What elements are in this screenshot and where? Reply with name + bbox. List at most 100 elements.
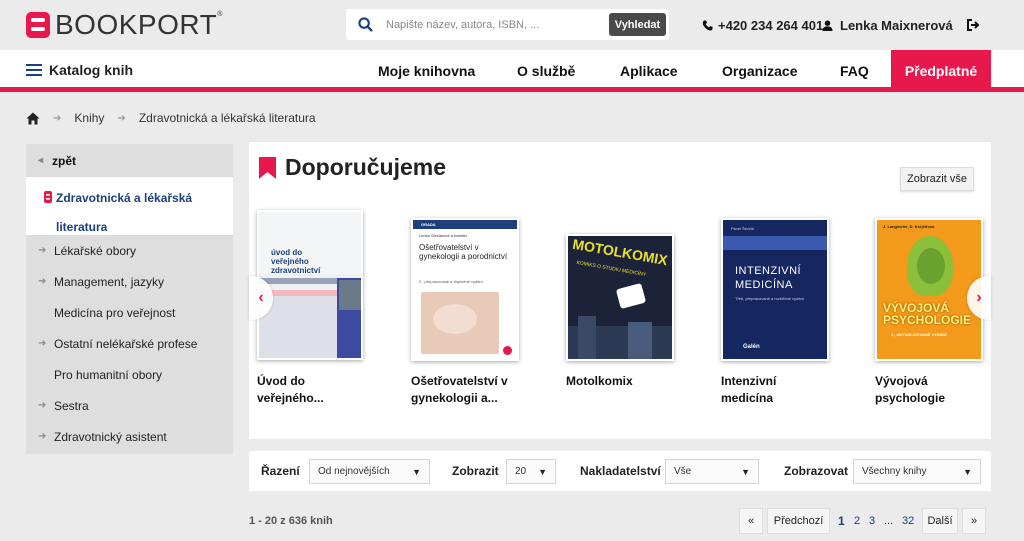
publisher-select[interactable]: Vše ▼ xyxy=(665,459,759,484)
phone-contact[interactable]: +420 234 264 401 xyxy=(702,18,823,33)
filter-bar: Řazení Od nejnovějších ▼ Zobrazit 20 ▼ N… xyxy=(249,451,991,491)
breadcrumb-item-books[interactable]: Knihy xyxy=(74,111,104,125)
breadcrumb-separator-icon: ➔ xyxy=(117,112,126,124)
search-button[interactable]: Vyhledat xyxy=(609,13,666,36)
book-title[interactable]: Úvod do veřejného... xyxy=(257,373,367,407)
display-label: Zobrazovat xyxy=(784,464,849,478)
cover-title: úvod do veřejného zdravotnictví xyxy=(271,248,321,275)
book-title[interactable]: Motolkomix xyxy=(566,373,676,390)
book-title-line1: Vývojová xyxy=(875,374,928,388)
catalog-menu-button[interactable]: Katalog knih xyxy=(26,62,133,78)
page-32-link[interactable]: 32 xyxy=(902,515,914,527)
phone-icon xyxy=(702,20,713,31)
chevron-right-icon: ➔ xyxy=(38,338,47,349)
chevron-right-icon: ➔ xyxy=(38,276,47,287)
book-title[interactable]: Ošetřovatelství v gynekologii a... xyxy=(411,373,521,407)
sidebar-back-label: zpět xyxy=(52,153,77,168)
main-navigation: Katalog knih Moje knihovna O službě Apli… xyxy=(0,50,1024,92)
sidebar-item-label: Zdravotnický asistent xyxy=(54,429,167,444)
publisher-value: Vše xyxy=(674,466,692,477)
book-title-line1: Motolkomix xyxy=(566,374,633,388)
chevron-down-icon: ▼ xyxy=(538,466,547,477)
sidebar-item-other-professions[interactable]: ➔ Ostatní nelékařské profese xyxy=(26,328,233,359)
sidebar-active-label-line1: Zdravotnická a lékařská xyxy=(56,191,193,205)
breadcrumb: ➔ Knihy ➔ Zdravotnická a lékařská litera… xyxy=(26,111,316,125)
last-page-button[interactable]: » xyxy=(962,508,986,534)
page-2-link[interactable]: 2 xyxy=(854,515,860,527)
category-marker-icon xyxy=(44,191,52,203)
sidebar-item-label: Lékařské obory xyxy=(54,243,137,258)
home-icon[interactable] xyxy=(26,112,40,125)
chevron-right-icon: ➔ xyxy=(38,431,47,442)
book-cover[interactable]: úvod do veřejného zdravotnictví xyxy=(257,210,363,360)
chevron-down-icon: ▼ xyxy=(741,466,750,477)
chevron-right-icon: ➔ xyxy=(38,400,47,411)
breadcrumb-item-current[interactable]: Zdravotnická a lékařská literatura xyxy=(139,111,316,125)
publisher-label: Nakladatelství xyxy=(580,464,661,478)
page-3-link[interactable]: 3 xyxy=(869,515,875,527)
chevron-left-icon: ‹ xyxy=(258,289,264,306)
show-count-select[interactable]: 20 ▼ xyxy=(506,459,556,484)
book-title[interactable]: Vývojová psychologie xyxy=(875,373,985,407)
bookport-logo[interactable]: BOOKPORT ® xyxy=(26,9,222,40)
book-title-line1: Intenzivní xyxy=(721,374,777,388)
sort-label: Řazení xyxy=(261,464,300,478)
sort-value: Od nejnovějších xyxy=(318,466,390,477)
sidebar-item-nurse[interactable]: ➔ Sestra xyxy=(26,390,233,421)
subscription-button[interactable]: Předplatné xyxy=(891,50,991,92)
back-arrow-icon: ◂ xyxy=(38,155,44,166)
sidebar-item-public-medicine[interactable]: Medicína pro veřejnost xyxy=(26,297,233,328)
pagination-ellipsis: ... xyxy=(884,515,894,527)
sidebar-item-humanities[interactable]: Pro humanitní obory xyxy=(26,359,233,390)
chevron-right-icon: › xyxy=(976,289,982,306)
recommended-section: Doporučujeme Zobrazit vše úvod do veřejn… xyxy=(249,142,991,439)
nav-item-organization[interactable]: Organizace xyxy=(722,63,797,79)
first-page-button[interactable]: « xyxy=(739,508,763,534)
search-icon[interactable] xyxy=(358,17,373,32)
nav-item-apps[interactable]: Aplikace xyxy=(620,63,678,79)
nav-item-faq[interactable]: FAQ xyxy=(840,63,869,79)
show-count-value: 20 xyxy=(515,466,527,477)
display-select[interactable]: Všechny knihy ▼ xyxy=(853,459,981,484)
user-account[interactable]: Lenka Maixnerová xyxy=(822,18,953,33)
sort-select[interactable]: Od nejnovějších ▼ xyxy=(309,459,430,484)
nav-item-my-library[interactable]: Moje knihovna xyxy=(378,63,475,79)
chevron-down-icon: ▼ xyxy=(963,466,972,477)
cover-author: J. Langmeier, D. Krejčířová xyxy=(883,224,935,229)
book-title-line2: gynekologii a... xyxy=(411,391,498,405)
hamburger-icon xyxy=(26,64,42,76)
sidebar-item-medical-assistant[interactable]: ➔ Zdravotnický asistent xyxy=(26,421,233,452)
sidebar-item-medical-fields[interactable]: ➔ Lékařské obory xyxy=(26,235,233,266)
next-page-button[interactable]: Další xyxy=(922,508,958,534)
breadcrumb-separator-icon: ➔ xyxy=(53,112,62,124)
section-title: Doporučujeme xyxy=(285,154,447,180)
sidebar-back-link[interactable]: ◂ zpět xyxy=(26,144,233,177)
previous-page-button[interactable]: Předchozí xyxy=(767,508,830,534)
display-value: Všechny knihy xyxy=(862,466,927,477)
book-title-line2: veřejného... xyxy=(257,391,324,405)
book-cover[interactable]: GRADA Lenka Slezáková a kolektiv Ošetřov… xyxy=(411,218,519,361)
catalog-label: Katalog knih xyxy=(49,62,134,78)
sidebar-item-management[interactable]: ➔ Management, jazyky xyxy=(26,266,233,297)
book-cover[interactable]: MOTOLKOMIX KOMIKS O STUDIU MEDICÍNY xyxy=(566,234,674,361)
book-title-line1: Ošetřovatelství v xyxy=(411,374,508,388)
book-cover[interactable]: J. Langmeier, D. Krejčířová VÝVOJOVÁ PSY… xyxy=(875,218,983,361)
search-box: Vyhledat xyxy=(346,9,669,40)
user-icon xyxy=(822,20,833,31)
phone-number: +420 234 264 401 xyxy=(718,18,824,33)
show-all-button[interactable]: Zobrazit vše xyxy=(900,167,974,191)
search-input[interactable] xyxy=(386,15,606,34)
cover-subtitle: 2., AKTUALIZOVANÉ VYDÁNÍ xyxy=(891,332,947,337)
sidebar-item-active-category[interactable]: Zdravotnická a lékařská literatura xyxy=(26,177,233,235)
book-title-line1: Úvod do xyxy=(257,374,305,388)
book-title[interactable]: Intenzivní medicína xyxy=(721,373,831,407)
page-1-link[interactable]: 1 xyxy=(838,514,845,528)
book-cover[interactable]: Pavel Ševčík INTENZIVNÍ MEDICÍNA Třetí, … xyxy=(721,218,829,361)
cover-title: Ošetřovatelství v gynekologii a porodnic… xyxy=(419,243,508,261)
user-name: Lenka Maixnerová xyxy=(840,18,953,33)
logo-text: BOOKPORT xyxy=(55,9,218,40)
logout-icon[interactable] xyxy=(966,18,980,32)
cover-author: Lenka Slezáková a kolektiv xyxy=(419,233,468,238)
book-title-line2: medicína xyxy=(721,391,774,405)
nav-item-about[interactable]: O službě xyxy=(517,63,575,79)
